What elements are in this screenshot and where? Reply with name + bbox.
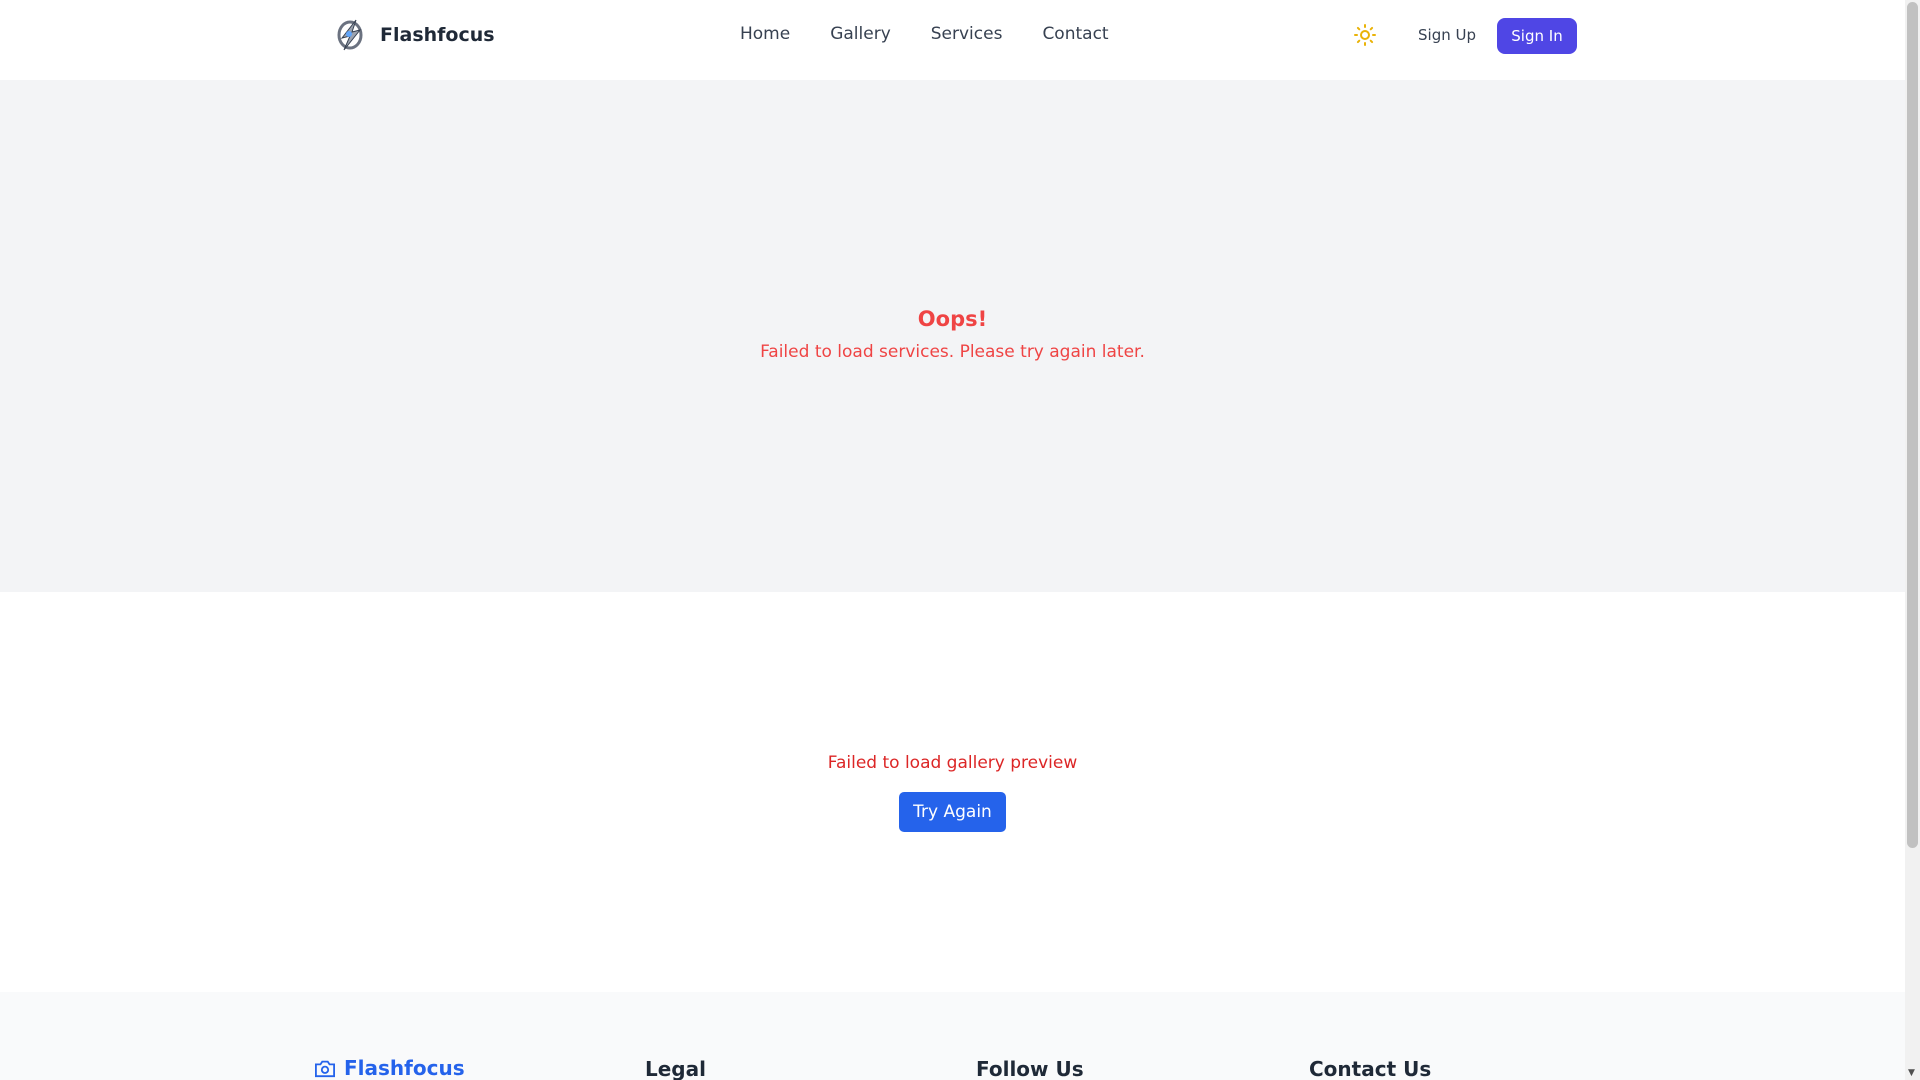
gallery-section: Failed to load gallery preview Try Again [0,592,1905,992]
page-scrollbar[interactable]: ▼ [1905,0,1920,1080]
nav-contact[interactable]: Contact [1042,24,1108,44]
footer-brand-name: Flashfocus [344,1056,465,1080]
error-title: Oops! [917,307,988,331]
nav-services[interactable]: Services [931,24,1003,44]
brand-logo[interactable]: Flashfocus [334,18,495,52]
gallery-error-message: Failed to load gallery preview [827,753,1078,773]
site-header: Flashfocus Home Gallery Services Contact… [0,0,1905,80]
scrollbar-thumb[interactable] [1907,2,1918,848]
services-section: Oops! Failed to load services. Please tr… [0,80,1905,592]
logo-icon [337,19,363,51]
scroll-down-arrow-icon[interactable]: ▼ [1908,1068,1915,1078]
footer-heading-follow-us: Follow Us [976,1057,1084,1080]
theme-toggle-sun-icon[interactable] [1353,23,1377,47]
footer-heading-legal: Legal [645,1057,706,1080]
footer-brand[interactable]: Flashfocus [314,1056,465,1080]
main-nav: Home Gallery Services Contact [740,24,1109,44]
page: Flashfocus Home Gallery Services Contact… [0,0,1905,1080]
brand-name: Flashfocus [380,24,495,46]
footer-heading-contact-us: Contact Us [1309,1057,1432,1080]
try-again-button[interactable]: Try Again [899,792,1006,832]
sign-in-button[interactable]: Sign In [1497,18,1577,54]
sign-up-link[interactable]: Sign Up [1418,26,1476,44]
site-footer: Flashfocus Legal Follow Us Contact Us [0,992,1905,1080]
nav-gallery[interactable]: Gallery [830,24,891,44]
camera-icon [315,1060,335,1078]
services-error-message: Failed to load services. Please try agai… [760,342,1145,362]
nav-home[interactable]: Home [740,24,790,44]
